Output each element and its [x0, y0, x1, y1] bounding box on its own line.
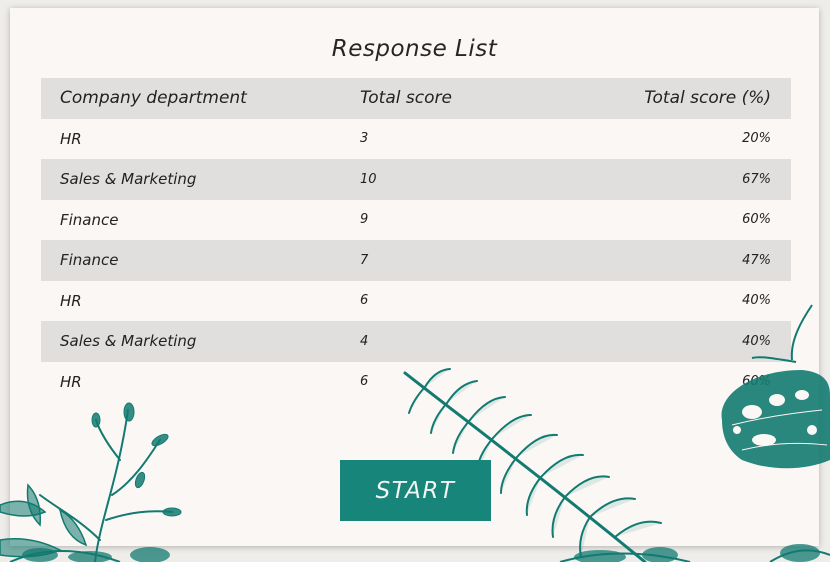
percent-cell: 60%: [742, 374, 771, 390]
start-button[interactable]: START: [340, 460, 491, 521]
page-title: Response List: [331, 36, 498, 62]
response-table: Company department Total score Total sco…: [41, 78, 791, 402]
column-header-total-score-percent: Total score (%): [644, 88, 771, 109]
table-row: Sales & Marketing 10 67%: [41, 159, 791, 200]
score-cell: 9: [360, 212, 369, 228]
percent-cell: 40%: [742, 333, 771, 349]
department-cell: HR: [60, 291, 82, 310]
department-cell: Sales & Marketing: [60, 332, 197, 351]
page: Response List Company department Total s…: [0, 0, 830, 562]
percent-cell: 60%: [742, 212, 771, 228]
score-cell: 6: [360, 293, 369, 309]
column-header-department: Company department: [60, 88, 247, 109]
department-cell: HR: [60, 129, 82, 148]
score-cell: 6: [360, 374, 369, 390]
table-row: Finance 9 60%: [41, 200, 791, 241]
percent-cell: 67%: [742, 171, 771, 187]
score-cell: 7: [360, 252, 369, 268]
table-row: HR 6 60%: [41, 362, 791, 403]
score-cell: 10: [360, 171, 377, 187]
table-row: HR 3 20%: [41, 119, 791, 160]
department-cell: Finance: [60, 251, 119, 270]
table-header-row: Company department Total score Total sco…: [41, 78, 791, 119]
department-cell: Sales & Marketing: [60, 170, 197, 189]
score-cell: 3: [360, 131, 369, 147]
department-cell: Finance: [60, 210, 119, 229]
department-cell: HR: [60, 372, 82, 391]
response-list-card: Response List Company department Total s…: [10, 8, 819, 546]
table-row: HR 6 40%: [41, 281, 791, 322]
score-cell: 4: [360, 333, 369, 349]
table-row: Sales & Marketing 4 40%: [41, 321, 791, 362]
table-row: Finance 7 47%: [41, 240, 791, 281]
percent-cell: 20%: [742, 131, 771, 147]
column-header-total-score: Total score: [360, 88, 452, 109]
percent-cell: 47%: [742, 252, 771, 268]
percent-cell: 40%: [742, 293, 771, 309]
